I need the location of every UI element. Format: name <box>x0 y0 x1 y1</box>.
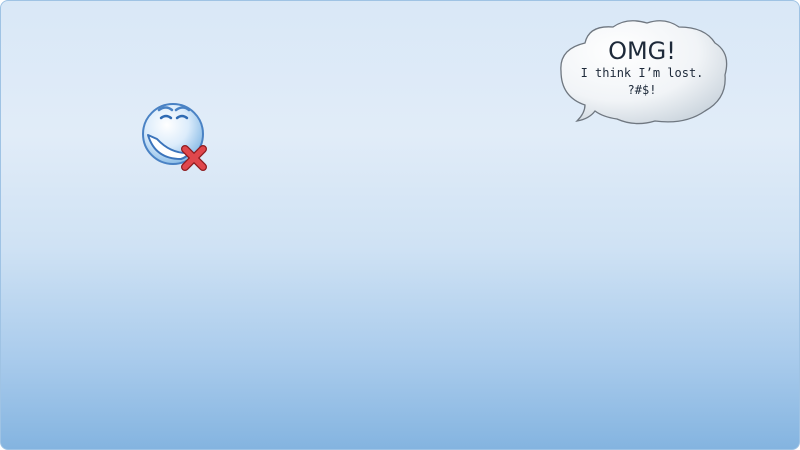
error-screen: OMG! I think I’m lost. ?#$! <box>0 0 800 450</box>
bubble-line-1: I think I’m lost. <box>580 66 704 80</box>
bubble-line-2: ?#$! <box>627 83 657 97</box>
lost-smiley-icon <box>137 99 215 175</box>
bubble-title: OMG! <box>608 37 676 65</box>
speech-bubble: OMG! I think I’m lost. ?#$! <box>555 17 733 127</box>
bubble-text: OMG! I think I’m lost. ?#$! <box>579 37 705 99</box>
